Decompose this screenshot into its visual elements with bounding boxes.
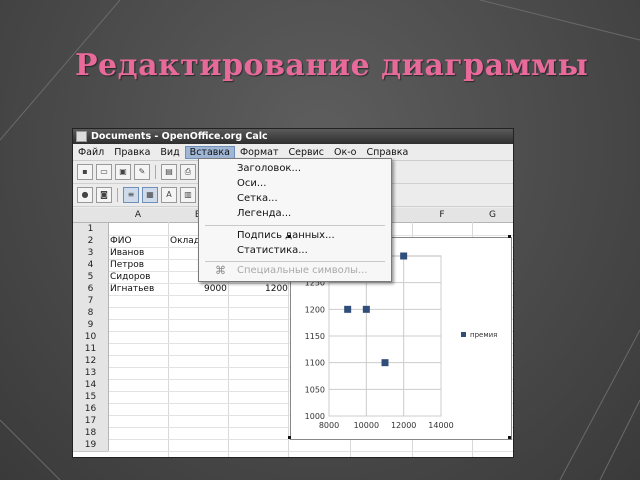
corner-header[interactable] bbox=[73, 208, 109, 223]
slide-title: Редактирование диаграммы bbox=[75, 48, 589, 83]
menu-item-axes[interactable]: Оси... bbox=[237, 177, 266, 191]
cell-a6[interactable]: Игнатьев bbox=[110, 283, 154, 295]
insert-dropdown-menu: Заголовок... Оси... Сетка... Легенда... … bbox=[198, 158, 392, 282]
export-pdf-icon[interactable]: ▤ bbox=[161, 164, 177, 180]
y-tick-label: 1000 bbox=[305, 412, 325, 421]
cell-a4[interactable]: Петров bbox=[110, 259, 144, 271]
chart-element-icon[interactable]: ● bbox=[77, 187, 93, 203]
menu-item-statistics[interactable]: Статистика... bbox=[237, 244, 308, 258]
menu-format[interactable]: Формат bbox=[235, 146, 284, 159]
print-icon[interactable]: ⎙ bbox=[180, 164, 196, 180]
menu-insert[interactable]: Вставка bbox=[184, 145, 235, 159]
x-tick-label: 12000 bbox=[391, 421, 416, 430]
menu-item-legend[interactable]: Легенда... bbox=[237, 207, 291, 221]
new-document-icon[interactable]: ▪ bbox=[77, 164, 93, 180]
auto-layout-icon[interactable]: ▥ bbox=[180, 187, 196, 203]
calc-app-icon bbox=[76, 131, 87, 142]
column-header-a[interactable]: A bbox=[108, 208, 169, 223]
menu-item-title[interactable]: Заголовок... bbox=[237, 162, 301, 176]
data-point bbox=[381, 359, 389, 367]
menu-view[interactable]: Вид bbox=[155, 146, 184, 159]
y-tick-label: 1050 bbox=[305, 385, 325, 394]
cell-a3[interactable]: Иванов bbox=[110, 247, 144, 259]
cell-a5[interactable]: Сидоров bbox=[110, 271, 150, 283]
legend-marker bbox=[461, 332, 466, 337]
format-selection-icon[interactable]: ◙ bbox=[96, 187, 112, 203]
save-icon[interactable]: ▣ bbox=[115, 164, 131, 180]
menu-tools[interactable]: Сервис bbox=[283, 146, 329, 159]
menu-item-data-labels[interactable]: Подпись данных... bbox=[237, 229, 335, 243]
menu-file[interactable]: Файл bbox=[73, 146, 109, 159]
window-titlebar: Documents - OpenOffice.org Calc bbox=[73, 129, 513, 144]
y-tick-label: 1200 bbox=[305, 305, 325, 314]
menu-window[interactable]: Ок-о bbox=[329, 146, 361, 159]
cell-b2[interactable]: Оклад bbox=[170, 235, 200, 247]
horizontal-grid-icon[interactable]: ≡ bbox=[123, 187, 139, 203]
menu-item-special-characters: Специальные символы... bbox=[237, 265, 368, 276]
data-point bbox=[362, 305, 370, 313]
menu-edit[interactable]: Правка bbox=[109, 146, 155, 159]
menu-help[interactable]: Справка bbox=[361, 146, 413, 159]
scale-text-icon[interactable]: A bbox=[161, 187, 177, 203]
cell-c6[interactable]: 1200 bbox=[265, 283, 288, 295]
column-header-g[interactable]: G bbox=[472, 208, 513, 223]
open-icon[interactable]: ▭ bbox=[96, 164, 112, 180]
cell-a2[interactable]: ФИО bbox=[110, 235, 132, 247]
special-characters-icon: ⌘ bbox=[215, 264, 226, 277]
edit-file-icon[interactable]: ✎ bbox=[134, 164, 150, 180]
column-header-f[interactable]: F bbox=[412, 208, 473, 223]
x-tick-label: 14000 bbox=[428, 421, 453, 430]
window-title: Documents - OpenOffice.org Calc bbox=[91, 131, 268, 142]
data-point bbox=[344, 305, 352, 313]
y-tick-label: 1100 bbox=[305, 359, 325, 368]
x-tick-label: 8000 bbox=[319, 421, 339, 430]
legend-label: премия bbox=[470, 331, 497, 339]
legend-toggle-icon[interactable]: ▦ bbox=[142, 187, 158, 203]
row-header-19[interactable]: 19 bbox=[73, 439, 109, 452]
y-tick-label: 1150 bbox=[305, 332, 325, 341]
data-point bbox=[400, 252, 408, 260]
cell-b6[interactable]: 9000 bbox=[204, 283, 227, 295]
menu-item-grid[interactable]: Сетка... bbox=[237, 192, 278, 206]
x-tick-label: 10000 bbox=[354, 421, 379, 430]
